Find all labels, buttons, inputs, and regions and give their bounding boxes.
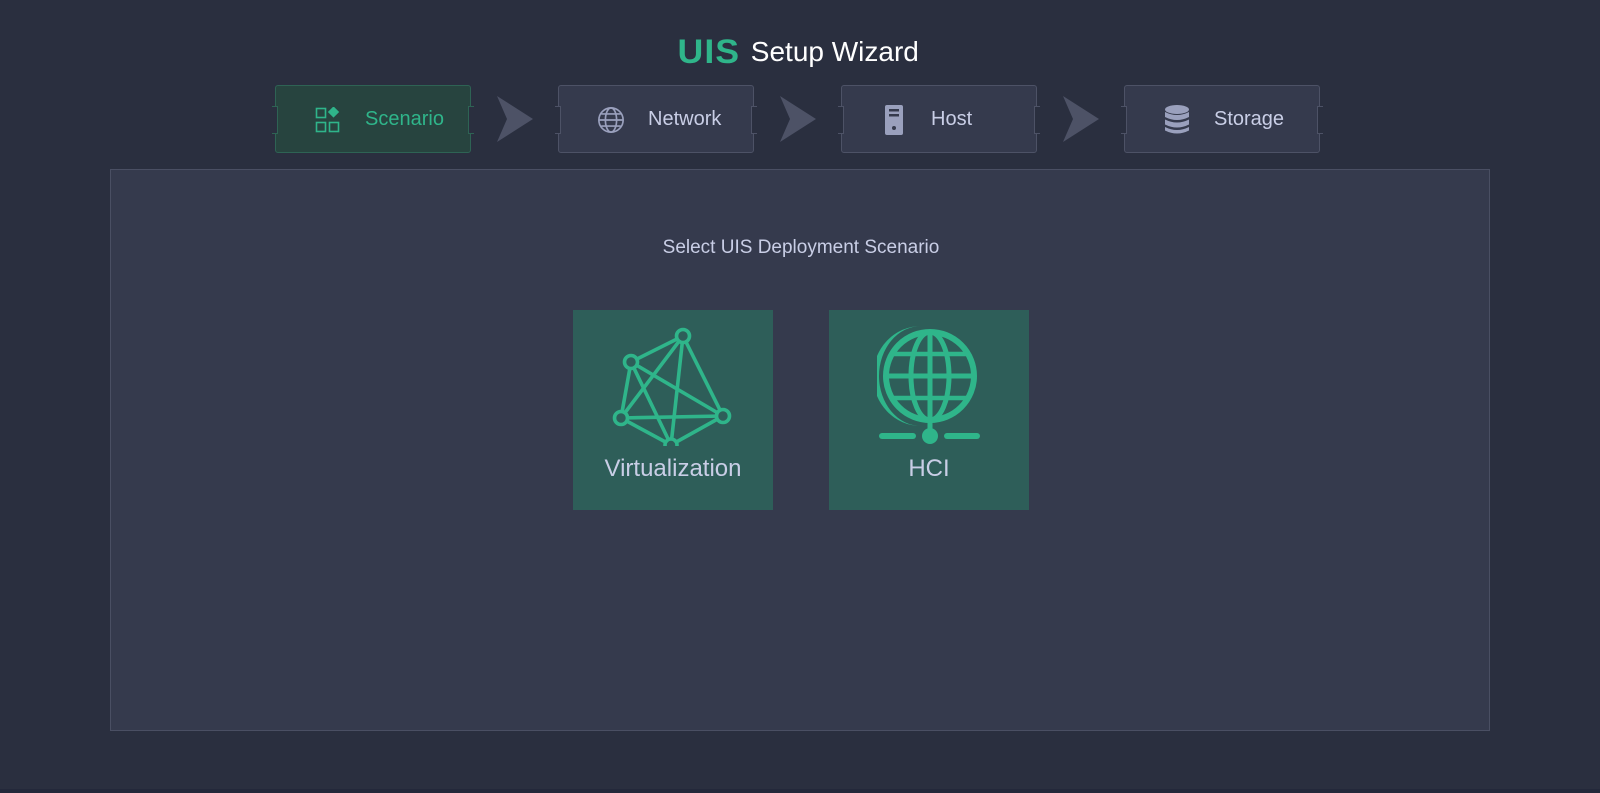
bottom-strip (0, 789, 1600, 793)
step-storage[interactable]: Storage (1121, 85, 1323, 153)
step-host-label: Host (931, 108, 973, 130)
network-mesh-icon (573, 324, 773, 446)
scenario-cards: Virtualization HCI (573, 310, 1029, 510)
step-scenario-label: Scenario (365, 108, 444, 130)
step-arrow-icon (1037, 85, 1124, 153)
globe-network-icon (829, 324, 1029, 446)
step-host[interactable]: Host (838, 85, 1040, 153)
virtualization-label: Virtualization (604, 455, 742, 482)
hci-card[interactable]: HCI (829, 310, 1029, 510)
step-network-label: Network (648, 108, 722, 130)
hci-label: HCI (908, 455, 950, 482)
brand: UIS Setup Wizard (677, 33, 919, 71)
wizard-steps: Scenario Network Host Storage (272, 84, 1323, 154)
globe-icon (597, 106, 625, 134)
step-scenario[interactable]: Scenario (272, 85, 474, 153)
apps-icon (314, 106, 342, 134)
step-storage-label: Storage (1214, 108, 1285, 130)
header: UIS Setup Wizard (0, 32, 1600, 72)
step-network[interactable]: Network (555, 85, 757, 153)
virtualization-card[interactable]: Virtualization (573, 310, 773, 510)
server-icon (880, 105, 908, 135)
step-arrow-icon (471, 85, 558, 153)
scenario-panel: Select UIS Deployment Scenario Virtualiz… (110, 169, 1490, 731)
panel-title: Select UIS Deployment Scenario (662, 237, 940, 258)
step-arrow-icon (754, 85, 841, 153)
setup-wizard-page: UIS Setup Wizard Scenario Network Host S… (0, 0, 1600, 793)
uis-logo: UIS (677, 33, 741, 71)
database-icon (1163, 105, 1191, 134)
page-title: Setup Wizard (750, 36, 919, 67)
